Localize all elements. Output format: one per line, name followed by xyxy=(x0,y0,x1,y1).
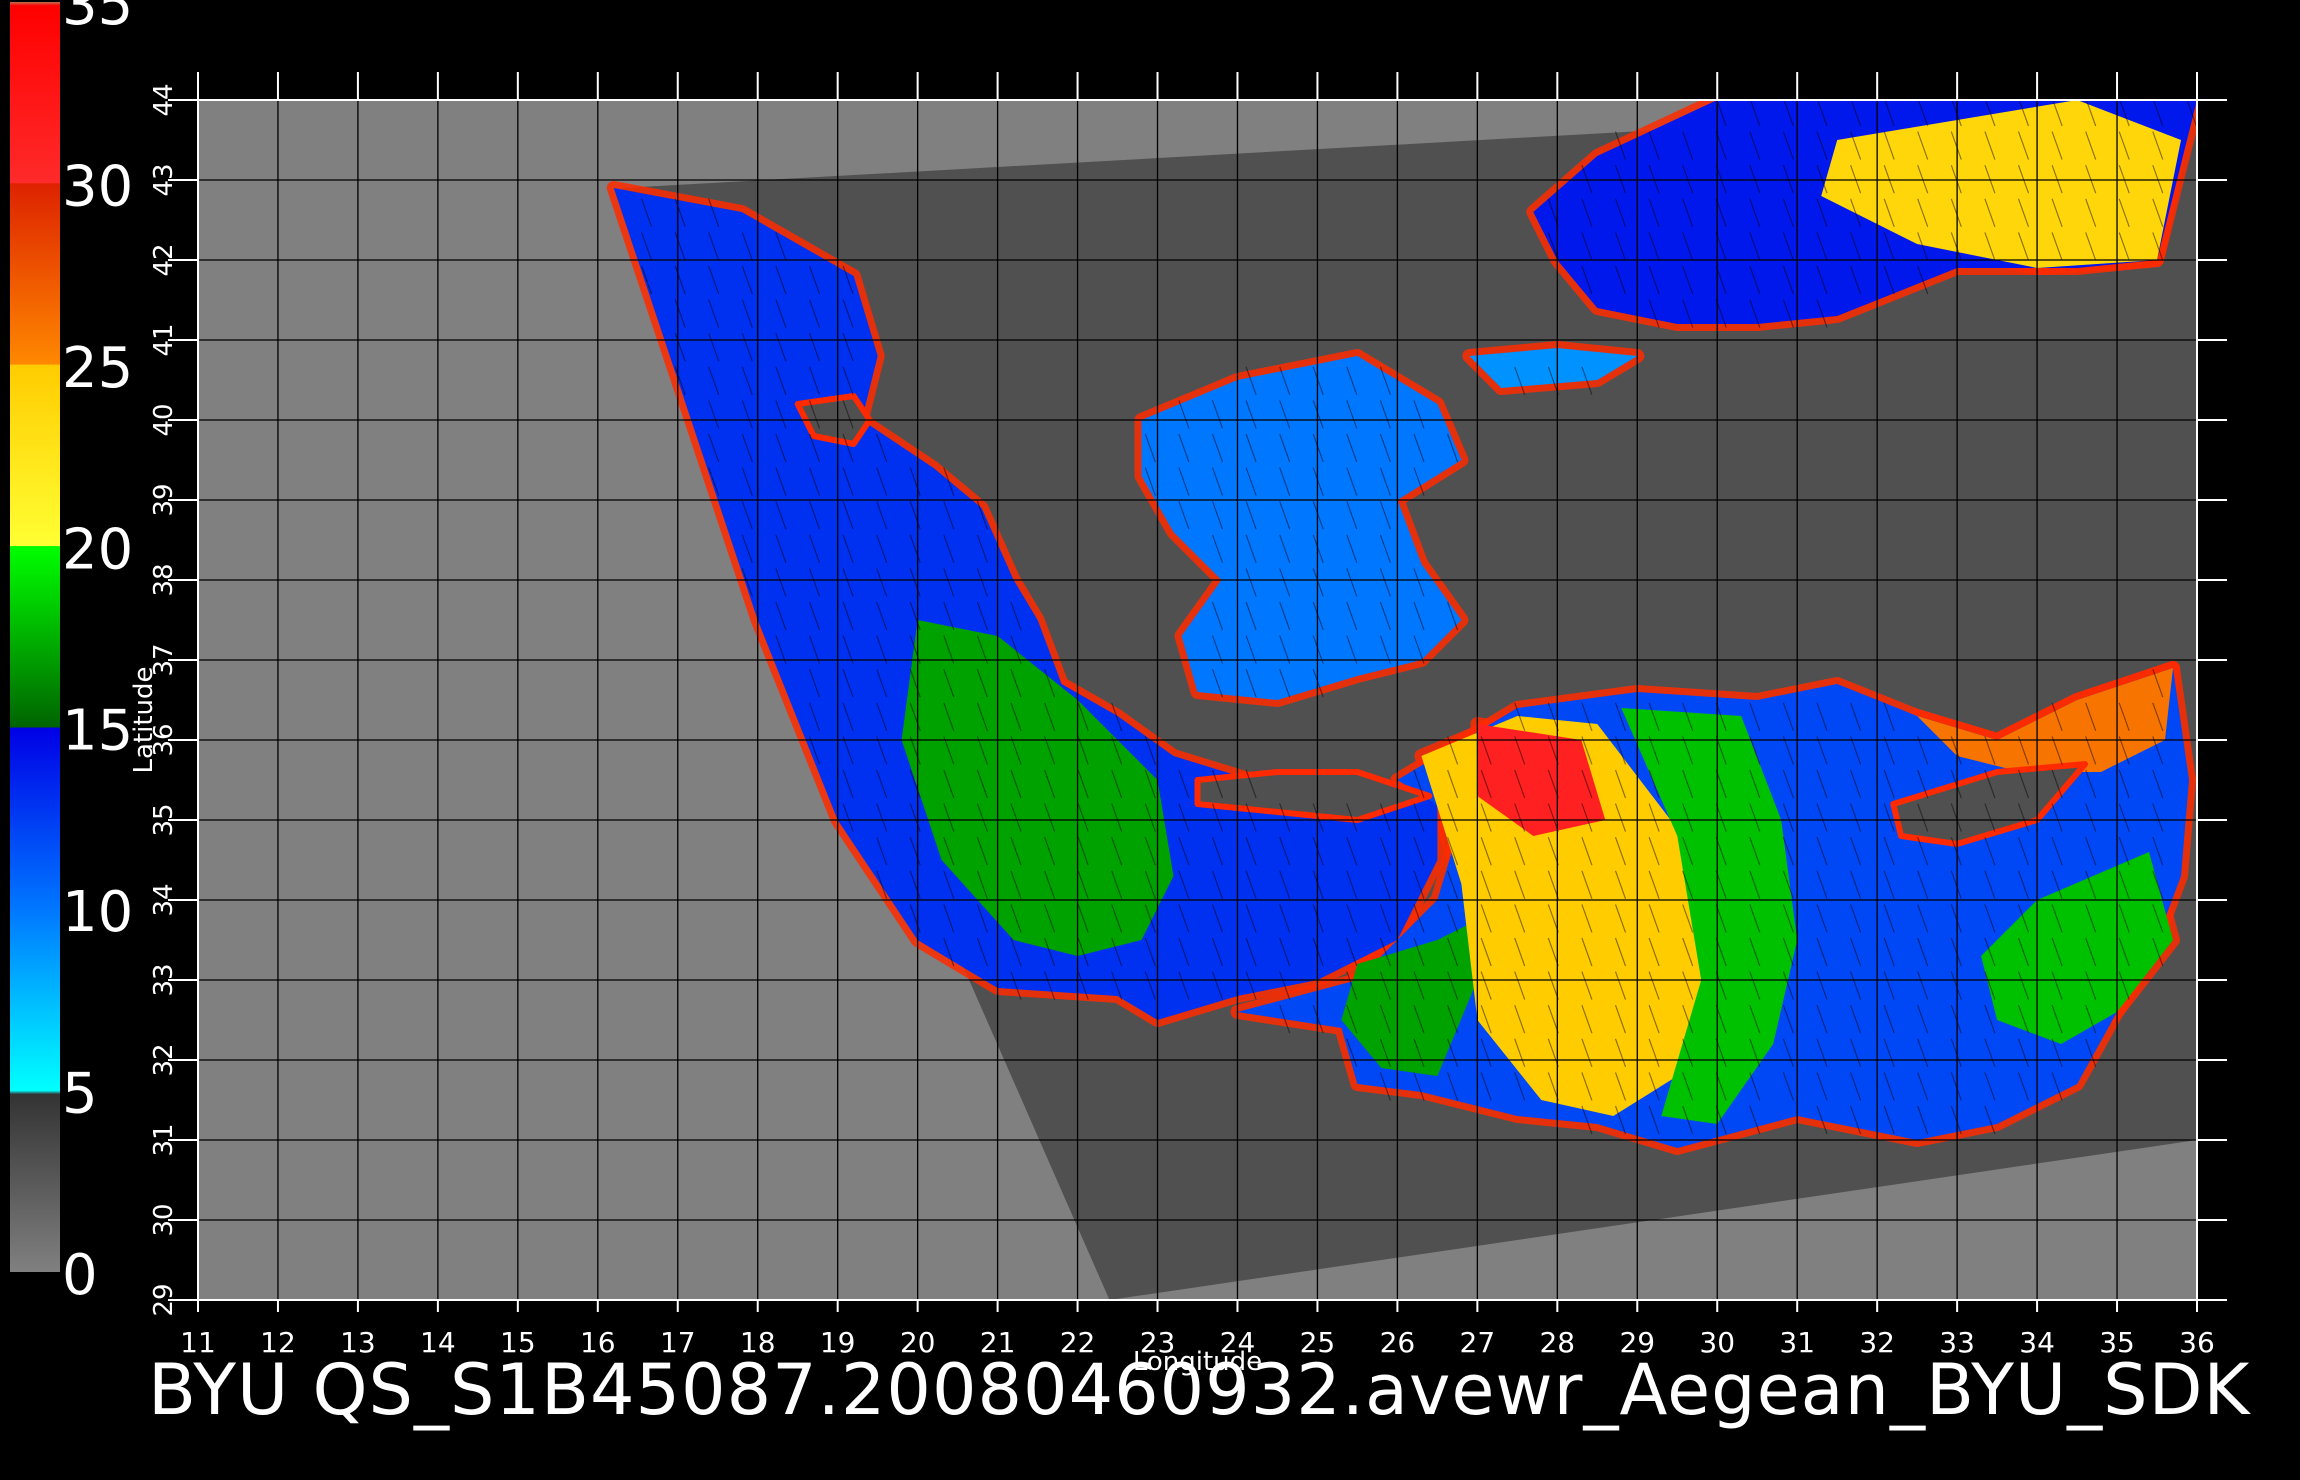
y-axis-label: Latitude xyxy=(129,666,159,773)
y-tick-label: 38 xyxy=(149,563,179,596)
y-tick-label: 29 xyxy=(149,1283,179,1316)
colorbar-tick-label: 35 xyxy=(62,0,133,38)
y-tick-label: 44 xyxy=(149,83,179,116)
map-plot: 11 12 13 14 15 16 17 18 19 20 21 22 23 24 25 26 27 28 29 30… xyxy=(129,72,2227,1377)
colorbar-tick-label: 30 xyxy=(62,154,133,219)
y-tick-label: 35 xyxy=(149,803,179,836)
y-tick-label: 33 xyxy=(149,963,179,996)
y-tick-label: 34 xyxy=(149,883,179,916)
image-caption: BYU QS_S1B45087.20080460932.avewr_Aegean… xyxy=(148,1349,2251,1431)
colorbar-tick-label: 20 xyxy=(62,517,133,582)
y-tick-label: 40 xyxy=(149,403,179,436)
y-tick-label: 30 xyxy=(149,1203,179,1236)
y-tick-label: 43 xyxy=(149,163,179,196)
colorbar-tick-label: 5 xyxy=(62,1062,98,1127)
colorbar-tick-label: 0 xyxy=(62,1243,98,1308)
colorbar-ticks: 0 5 10 15 20 25 30 35 xyxy=(62,0,133,1308)
y-tick-label: 32 xyxy=(149,1043,179,1076)
y-tick-label: 31 xyxy=(149,1123,179,1156)
y-tick-label: 42 xyxy=(149,243,179,276)
colorbar-tick-label: 25 xyxy=(62,336,133,401)
colorbar-tick-label: 10 xyxy=(62,880,133,945)
colorbar-gradient xyxy=(10,2,60,1272)
y-tick-label: 39 xyxy=(149,483,179,516)
colorbar: 0 5 10 15 20 25 30 35 xyxy=(10,0,133,1308)
colorbar-tick-label: 15 xyxy=(62,699,133,764)
scatterometer-map: 05101520253035 11 12 13 14 15 16 17 18 19 20 21 22 2… xyxy=(10,0,2227,1377)
y-tick-label: 41 xyxy=(149,323,179,356)
